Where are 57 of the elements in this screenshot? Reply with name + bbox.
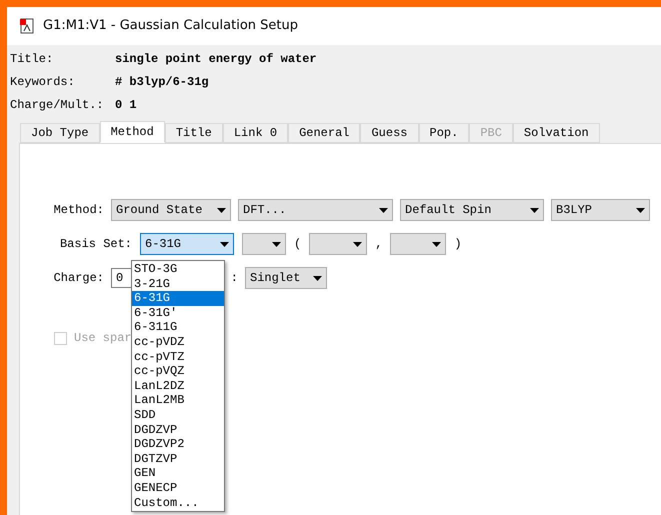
dropdown[interactable]: Ground State (111, 199, 231, 221)
dropdown-option[interactable]: cc-pVDZ (132, 334, 224, 350)
dropdown[interactable]: B3LYP (551, 199, 650, 221)
document-icon (19, 18, 35, 34)
caret-icon (432, 242, 442, 246)
dropdown-option[interactable]: SDD (132, 408, 224, 423)
basis-set-label: Basis Set: (58, 236, 132, 253)
dropdown-option[interactable]: STO-3G (132, 262, 224, 277)
tab[interactable]: General (288, 123, 360, 143)
dropdown[interactable]: DFT... (238, 199, 393, 221)
summary-label: Title: (10, 50, 54, 68)
dropdown-option[interactable]: LanL2DZ (132, 378, 224, 394)
charge-label: Charge: (52, 270, 104, 287)
caret-icon (379, 208, 388, 212)
dropdown[interactable]: Default Spin (400, 199, 544, 221)
caret-icon (636, 208, 645, 212)
multiplicity-label: : (230, 270, 238, 287)
dropdown-option[interactable]: Custom... (132, 496, 224, 510)
dropdown-option[interactable]: 6-31G (132, 291, 224, 306)
comma: , (375, 236, 382, 253)
tab[interactable]: Solvation (512, 123, 600, 143)
dropdown-option[interactable]: 3-21G (132, 276, 224, 292)
caret-icon (272, 242, 281, 246)
dropdown-option[interactable]: GEN (132, 466, 224, 481)
summary-label: Charge/Mult.: (10, 96, 105, 114)
caret-icon (217, 208, 226, 212)
caret-icon (530, 208, 539, 212)
window-title: G1:M1:V1 - Gaussian Calculation Setup (43, 17, 298, 36)
method-label: Method: (52, 202, 104, 219)
dropdown-option[interactable]: GENECP (132, 480, 224, 496)
dropdown-option[interactable]: 6-31G' (132, 306, 224, 320)
dropdown-option[interactable]: 6-311G (132, 320, 224, 335)
dropdown-option[interactable]: LanL2MB (132, 393, 224, 408)
caret-icon (313, 276, 322, 280)
dropdown[interactable]: Singlet (245, 267, 327, 289)
checkbox-label: Use spar (74, 330, 132, 347)
caret-icon (220, 242, 229, 246)
summary-label: Keywords: (10, 74, 76, 90)
summary-value: 0 1 (115, 96, 137, 114)
close-parenthesis: ) (454, 236, 462, 253)
summary-value: # b3lyp/6-31g (115, 74, 209, 90)
dropdown[interactable] (242, 233, 286, 255)
caret-icon (353, 242, 362, 246)
tab[interactable]: Method (100, 121, 165, 143)
tab[interactable]: Title (164, 123, 223, 143)
dropdown-option[interactable]: cc-pVQZ (132, 364, 224, 379)
dropdown[interactable]: 6-31G (140, 233, 234, 255)
tab[interactable]: Link 0 (222, 123, 288, 143)
summary-value: single point energy of water (115, 50, 317, 68)
tab[interactable]: Guess (360, 123, 418, 143)
dropdown-option[interactable]: DGDZVP2 (132, 437, 224, 452)
dropdown-option[interactable]: cc-pVTZ (132, 350, 224, 364)
dropdown-option[interactable]: DGDZVP (132, 422, 224, 438)
tab[interactable]: Job Type (20, 123, 100, 143)
tab[interactable]: Pop. (418, 123, 470, 143)
open-parenthesis: ( (294, 236, 302, 253)
dropdown-option[interactable]: DGTZVP (132, 452, 224, 466)
